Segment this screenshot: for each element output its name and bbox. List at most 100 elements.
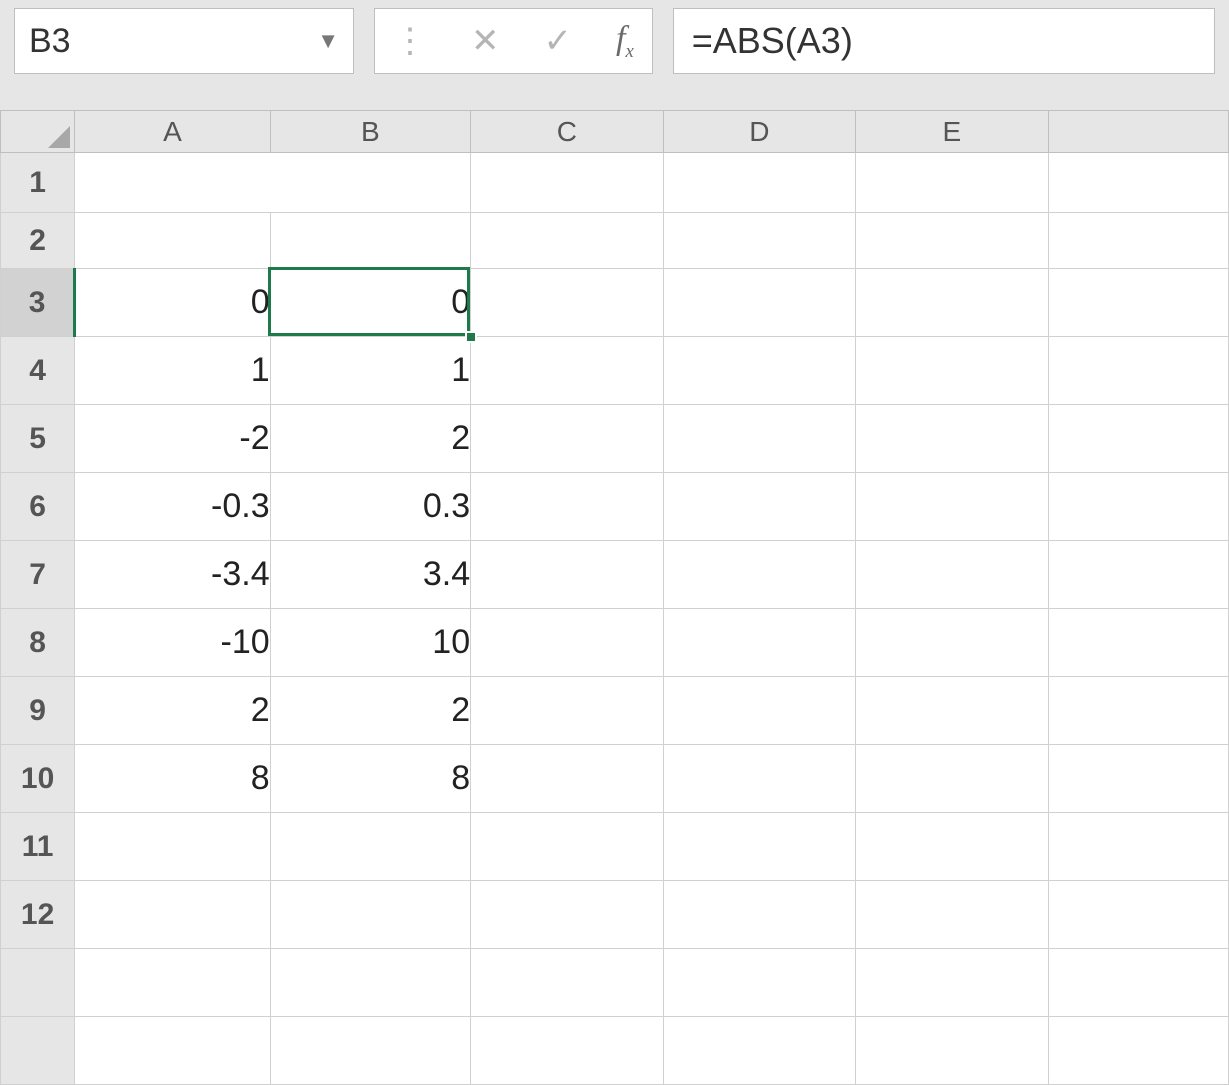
cell-F14[interactable] [1048, 1017, 1228, 1085]
cell-F2[interactable] [1048, 213, 1228, 269]
formula-input[interactable]: =ABS(A3) [673, 8, 1215, 74]
cell-A13[interactable] [75, 949, 270, 1017]
cell-C14[interactable] [471, 1017, 663, 1085]
cell-D3[interactable] [663, 269, 855, 337]
cell-A3[interactable]: 0 [75, 269, 270, 337]
cell-D11[interactable] [663, 813, 855, 881]
row-header-12[interactable]: 12 [1, 881, 75, 949]
cell-E1[interactable] [856, 153, 1048, 213]
cell-E8[interactable] [856, 609, 1048, 677]
col-header-D[interactable]: D [663, 111, 855, 153]
cell-A4[interactable]: 1 [75, 337, 270, 405]
cell-D12[interactable] [663, 881, 855, 949]
cell-D13[interactable] [663, 949, 855, 1017]
cell-A7[interactable]: -3.4 [75, 541, 270, 609]
cell-C13[interactable] [471, 949, 663, 1017]
name-box[interactable]: B3 ▼ [14, 8, 354, 74]
chevron-down-icon[interactable]: ▼ [309, 28, 339, 54]
row-header-11[interactable]: 11 [1, 813, 75, 881]
cell-F3[interactable] [1048, 269, 1228, 337]
cell-F6[interactable] [1048, 473, 1228, 541]
cell-C8[interactable] [471, 609, 663, 677]
cell-F12[interactable] [1048, 881, 1228, 949]
row-header-3[interactable]: 3 [1, 269, 75, 337]
cell-F10[interactable] [1048, 745, 1228, 813]
cell-B13[interactable] [270, 949, 470, 1017]
col-header-C[interactable]: C [471, 111, 663, 153]
cell-D10[interactable] [663, 745, 855, 813]
cell-B14[interactable] [270, 1017, 470, 1085]
cell-B10[interactable]: 8 [270, 745, 470, 813]
cell-C1[interactable] [471, 153, 663, 213]
cell-E11[interactable] [856, 813, 1048, 881]
cell-C7[interactable] [471, 541, 663, 609]
cell-D14[interactable] [663, 1017, 855, 1085]
row-header-10[interactable]: 10 [1, 745, 75, 813]
header-output[interactable]: Output [270, 213, 470, 269]
cell-C9[interactable] [471, 677, 663, 745]
row-header-13[interactable] [1, 949, 75, 1017]
cell-D1[interactable] [663, 153, 855, 213]
cell-E9[interactable] [856, 677, 1048, 745]
cancel-icon[interactable]: ✕ [471, 21, 500, 61]
cell-D9[interactable] [663, 677, 855, 745]
row-header-4[interactable]: 4 [1, 337, 75, 405]
table-title[interactable]: Excel ABS function [75, 153, 471, 213]
cell-D6[interactable] [663, 473, 855, 541]
cell-C4[interactable] [471, 337, 663, 405]
cell-A5[interactable]: -2 [75, 405, 270, 473]
cell-E2[interactable] [856, 213, 1048, 269]
fx-icon[interactable]: fx [616, 20, 634, 63]
row-header-7[interactable]: 7 [1, 541, 75, 609]
more-icon[interactable]: ⋮ [393, 21, 427, 61]
cell-F4[interactable] [1048, 337, 1228, 405]
cell-B6[interactable]: 0.3 [270, 473, 470, 541]
cell-F9[interactable] [1048, 677, 1228, 745]
fill-handle[interactable] [465, 331, 477, 343]
cell-C6[interactable] [471, 473, 663, 541]
cell-E12[interactable] [856, 881, 1048, 949]
cell-F7[interactable] [1048, 541, 1228, 609]
row-header-6[interactable]: 6 [1, 473, 75, 541]
row-header-2[interactable]: 2 [1, 213, 75, 269]
select-all-corner[interactable] [1, 111, 75, 153]
row-header-5[interactable]: 5 [1, 405, 75, 473]
cell-C3[interactable] [471, 269, 663, 337]
cell-A10[interactable]: 8 [75, 745, 270, 813]
cell-F1[interactable] [1048, 153, 1228, 213]
header-input[interactable]: Input [75, 213, 270, 269]
cell-F8[interactable] [1048, 609, 1228, 677]
col-header-B[interactable]: B [270, 111, 470, 153]
cell-A8[interactable]: -10 [75, 609, 270, 677]
cell-C10[interactable] [471, 745, 663, 813]
cell-E10[interactable] [856, 745, 1048, 813]
cell-B8[interactable]: 10 [270, 609, 470, 677]
cell-F13[interactable] [1048, 949, 1228, 1017]
cell-E7[interactable] [856, 541, 1048, 609]
cell-C12[interactable] [471, 881, 663, 949]
cell-B11[interactable] [270, 813, 470, 881]
cell-B4[interactable]: 1 [270, 337, 470, 405]
cell-B7[interactable]: 3.4 [270, 541, 470, 609]
cell-A9[interactable]: 2 [75, 677, 270, 745]
cell-D7[interactable] [663, 541, 855, 609]
cell-F11[interactable] [1048, 813, 1228, 881]
cell-E5[interactable] [856, 405, 1048, 473]
cell-D4[interactable] [663, 337, 855, 405]
cell-E6[interactable] [856, 473, 1048, 541]
cell-C5[interactable] [471, 405, 663, 473]
cell-A6[interactable]: -0.3 [75, 473, 270, 541]
col-header-A[interactable]: A [75, 111, 270, 153]
cell-D5[interactable] [663, 405, 855, 473]
cell-A11[interactable] [75, 813, 270, 881]
col-header-E[interactable]: E [856, 111, 1048, 153]
cell-E13[interactable] [856, 949, 1048, 1017]
row-header-9[interactable]: 9 [1, 677, 75, 745]
col-header-F[interactable] [1048, 111, 1228, 153]
cell-E14[interactable] [856, 1017, 1048, 1085]
row-header-1[interactable]: 1 [1, 153, 75, 213]
cell-C11[interactable] [471, 813, 663, 881]
cell-A12[interactable] [75, 881, 270, 949]
cell-D8[interactable] [663, 609, 855, 677]
cell-A14[interactable] [75, 1017, 270, 1085]
